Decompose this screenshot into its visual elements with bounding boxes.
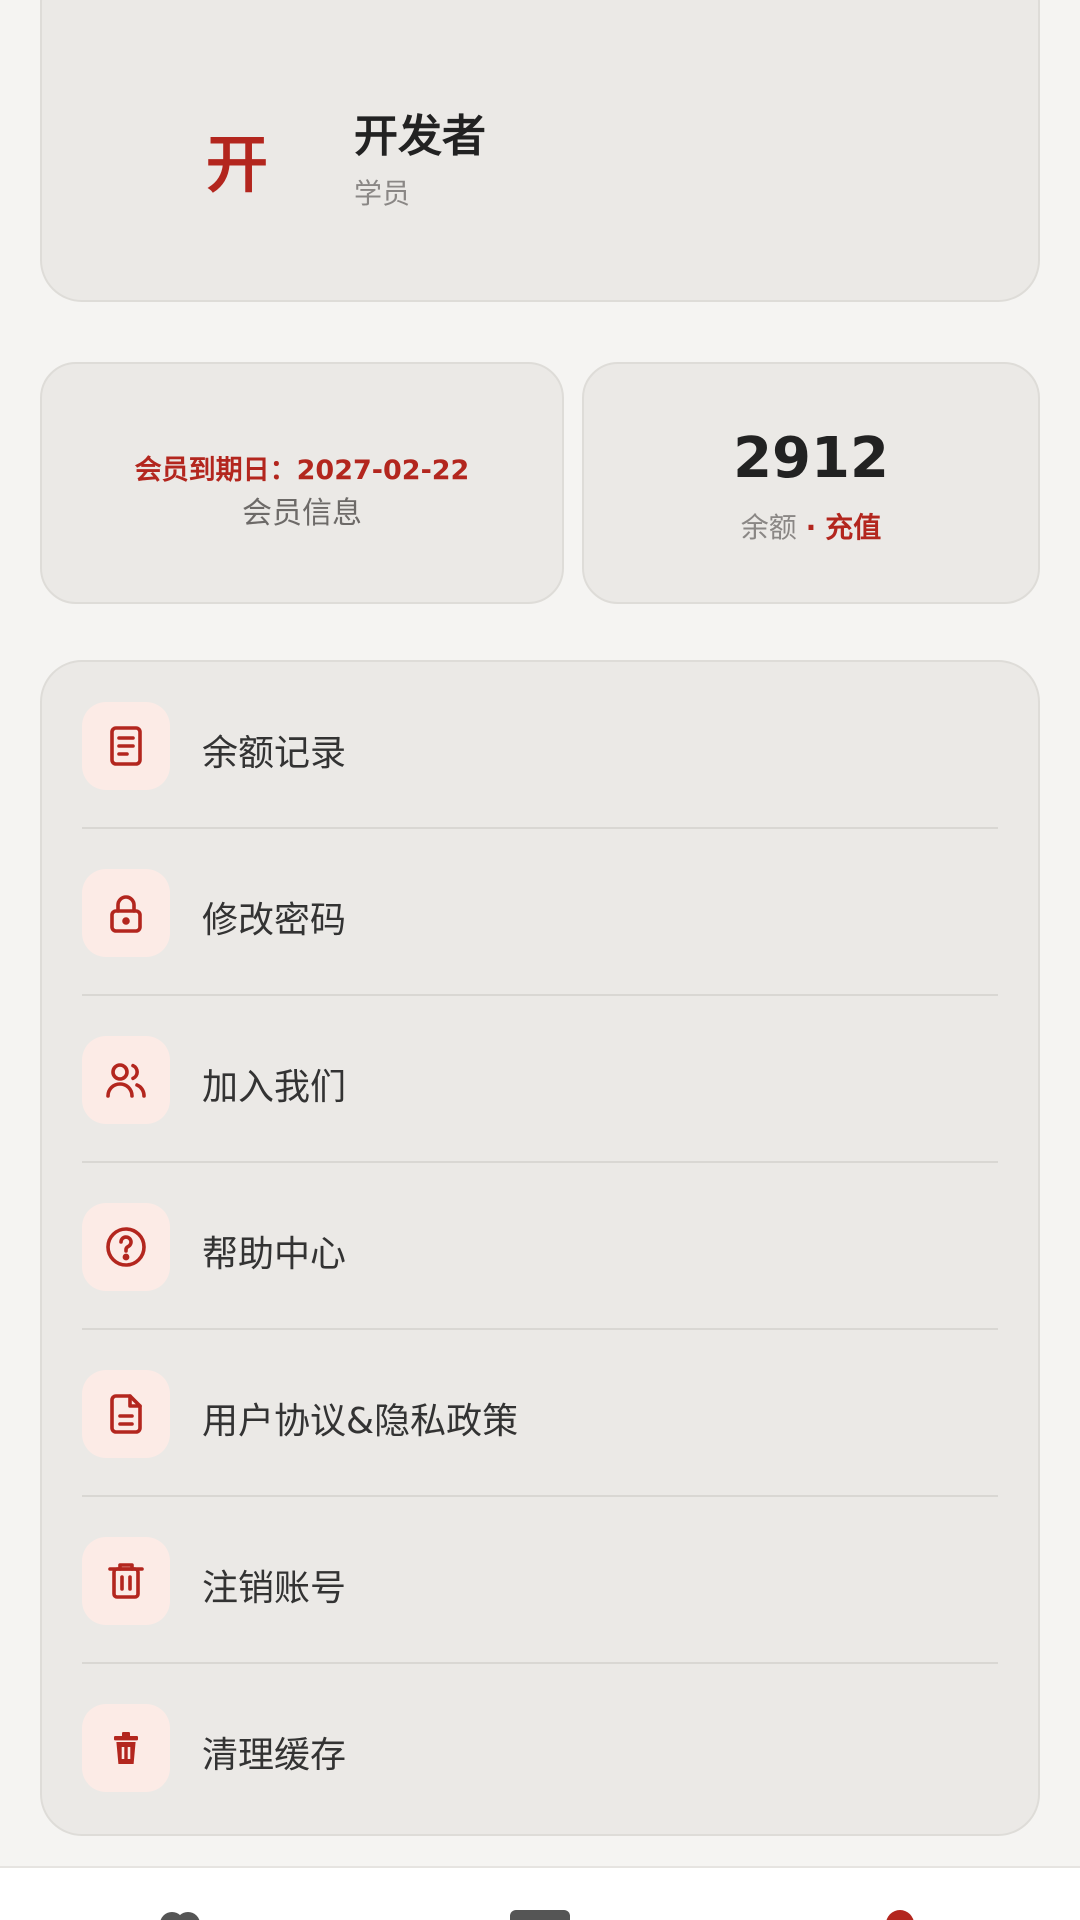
- nav-home[interactable]: [80, 1868, 280, 1920]
- profile-icon: [886, 1910, 914, 1920]
- help-circle-icon: [82, 1203, 170, 1291]
- menu-item-user-agreement[interactable]: 用户协议&隐私政策: [42, 1330, 1038, 1497]
- menu-item-label: 修改密码: [202, 900, 347, 941]
- balance-card[interactable]: 2912 余额 · 充值: [582, 362, 1040, 604]
- nav-mine[interactable]: [800, 1868, 1000, 1920]
- separator-dot: ·: [805, 511, 817, 544]
- membership-label: 会员信息: [242, 496, 362, 531]
- lock-icon: [82, 869, 170, 957]
- file-text-icon: [82, 1370, 170, 1458]
- balance-label: 余额: [740, 511, 797, 544]
- menu-item-label: 用户协议&隐私政策: [202, 1401, 519, 1442]
- menu-item-change-password[interactable]: 修改密码: [42, 829, 1038, 996]
- trash-filled-icon: [82, 1704, 170, 1792]
- profile-role: 学员: [354, 177, 411, 210]
- menu-item-join-us[interactable]: 加入我们: [42, 996, 1038, 1163]
- menu-item-delete-account[interactable]: 注销账号: [42, 1497, 1038, 1664]
- menu-item-label: 加入我们: [202, 1067, 347, 1108]
- balance-line: 余额 · 充值: [584, 506, 1038, 546]
- menu-item-label: 余额记录: [202, 733, 347, 774]
- profile-name: 开发者: [354, 111, 486, 162]
- menu-item-balance-records[interactable]: 余额记录: [42, 662, 1038, 829]
- course-icon: [510, 1910, 570, 1920]
- menu-item-help-center[interactable]: 帮助中心: [42, 1163, 1038, 1330]
- menu-item-label: 清理缓存: [202, 1735, 347, 1776]
- home-icon: [160, 1912, 200, 1920]
- recharge-link[interactable]: 充值: [825, 511, 881, 544]
- menu-item-label: 帮助中心: [202, 1234, 347, 1275]
- menu-card: 余额记录 修改密码 加入我们 帮助中心 用户协议&隐私政策 注销账号 清理缓存: [40, 660, 1040, 1836]
- nav-course[interactable]: [440, 1868, 640, 1920]
- membership-expiry: 会员到期日：2027-02-22: [134, 455, 470, 486]
- document-list-icon: [82, 702, 170, 790]
- bottom-nav: [0, 1866, 1080, 1920]
- profile-card[interactable]: 开 开发者 学员: [40, 0, 1040, 302]
- membership-card[interactable]: 会员到期日：2027-02-22 会员信息: [40, 362, 564, 604]
- balance-value: 2912: [733, 426, 889, 491]
- trash-icon: [82, 1537, 170, 1625]
- avatar: 开: [205, 128, 268, 201]
- menu-item-label: 注销账号: [202, 1568, 347, 1609]
- menu-item-clear-cache[interactable]: 清理缓存: [42, 1664, 1038, 1831]
- users-icon: [82, 1036, 170, 1124]
